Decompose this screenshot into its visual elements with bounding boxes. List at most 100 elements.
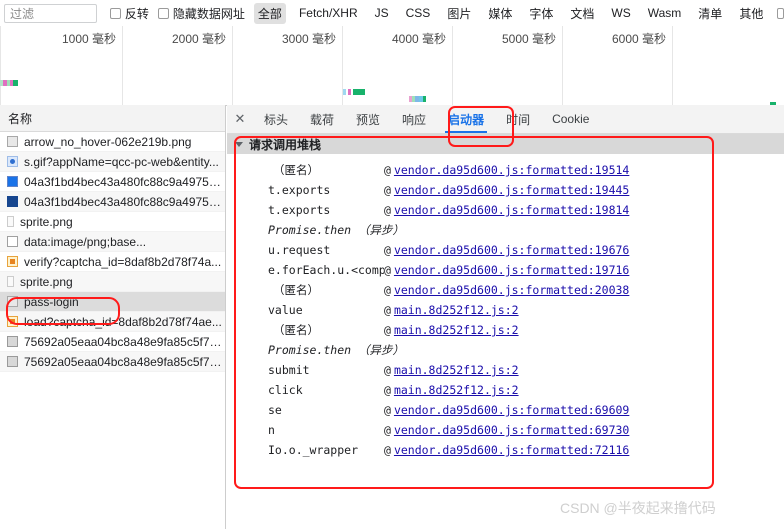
image-thumb-icon (7, 256, 18, 267)
frame-function-name: value (268, 303, 303, 317)
filter-type-ws[interactable]: WS (607, 4, 634, 22)
at-symbol: @ (384, 403, 391, 417)
filter-type-img[interactable]: 图片 (443, 3, 475, 24)
request-name: pass-login (24, 294, 79, 309)
filter-input[interactable]: 过滤 (4, 3, 97, 23)
source-link[interactable]: main.8d252f12.js:2 (394, 303, 519, 317)
filter-type-wasm[interactable]: Wasm (644, 4, 686, 22)
list-item[interactable]: arrow_no_hover-062e219b.png (0, 132, 225, 152)
source-link[interactable]: vendor.da95d600.js:formatted:72116 (394, 443, 629, 457)
checkbox-icon[interactable] (157, 7, 169, 19)
frame-source-cell: @ vendor.da95d600.js:formatted:20038 (384, 283, 629, 297)
overview-request-bar (409, 96, 426, 102)
tab-preview[interactable]: 预览 (345, 105, 391, 133)
filter-type-doc[interactable]: 文档 (566, 3, 598, 24)
source-link[interactable]: main.8d252f12.js:2 (394, 363, 519, 377)
source-link[interactable]: main.8d252f12.js:2 (394, 323, 519, 337)
network-filter-toolbar: 过滤 反转 隐藏数据网址 全部 Fetch/XHR JS CSS 图片 媒体 字… (0, 0, 784, 27)
frame-function-name: （匿名） (273, 163, 319, 177)
source-link[interactable]: vendor.da95d600.js:formatted:19716 (394, 263, 629, 277)
frame-source-cell: @ main.8d252f12.js:2 (384, 383, 519, 397)
at-symbol: @ (384, 243, 391, 257)
filter-type-js[interactable]: JS (371, 4, 393, 22)
close-icon[interactable]: ✕ (227, 105, 253, 133)
source-link[interactable]: vendor.da95d600.js:formatted:19676 (394, 243, 629, 257)
overview-request-segment (423, 96, 426, 102)
at-symbol: @ (384, 323, 391, 337)
request-name: s.gif?appName=qcc-pc-web&entity... (24, 154, 219, 169)
blocked-cookies-checkbox-icon[interactable] (777, 7, 784, 19)
source-link[interactable]: vendor.da95d600.js:formatted:19514 (394, 163, 629, 177)
call-stack-frame: Promise.then （异步） (227, 340, 784, 360)
call-stack-frame: （匿名） @ vendor.da95d600.js:formatted:20038 (227, 280, 784, 300)
gif-thumb-icon (7, 156, 18, 167)
frame-source-cell: @ vendor.da95d600.js:formatted:19814 (384, 203, 629, 217)
frame-source-cell: @ vendor.da95d600.js:formatted:69730 (384, 423, 629, 437)
list-item[interactable]: data:image/png;base... (0, 232, 225, 252)
list-item[interactable]: load?captcha_id=8daf8b2d78f74ae... (0, 312, 225, 332)
devtools-network-panel: 过滤 反转 隐藏数据网址 全部 Fetch/XHR JS CSS 图片 媒体 字… (0, 0, 784, 530)
call-stack-frame: t.exports @ vendor.da95d600.js:formatted:1… (227, 180, 784, 200)
tab-timing[interactable]: 时间 (495, 105, 541, 133)
filter-type-fetch-xhr[interactable]: Fetch/XHR (295, 4, 362, 22)
timeline-gridline (562, 26, 563, 105)
source-link[interactable]: vendor.da95d600.js:formatted:20038 (394, 283, 629, 297)
list-item[interactable]: pass-login (0, 292, 225, 312)
call-stack-section-header[interactable]: 请求调用堆栈 (227, 134, 784, 154)
request-list-pane: 名称 arrow_no_hover-062e219b.png s.gif?appN… (0, 105, 226, 529)
image-thumb-icon (7, 136, 18, 147)
tab-payload[interactable]: 载荷 (299, 105, 345, 133)
at-symbol: @ (384, 163, 391, 177)
tab-cookies[interactable]: Cookie (541, 105, 600, 133)
list-item[interactable]: verify?captcha_id=8daf8b2d78f74a... (0, 252, 225, 272)
list-item[interactable]: 04a3f1bd4bec43a480fc88c9a49752... (0, 192, 225, 212)
timeline-tick-label: 1000 毫秒 (61, 32, 116, 46)
network-overview-timeline[interactable]: 1000 毫秒 2000 毫秒 3000 毫秒 4000 毫秒 5000 毫秒 6000 … (0, 26, 784, 106)
image-thumb-icon (7, 356, 18, 367)
list-item[interactable]: sprite.png (0, 212, 225, 232)
timeline-tick-label: 2000 毫秒 (171, 32, 226, 46)
tab-initiator[interactable]: 启动器 (437, 105, 495, 133)
frame-function-name: （匿名） (273, 283, 319, 297)
overview-request-bar (343, 89, 365, 95)
column-header-name[interactable]: 名称 (0, 105, 225, 132)
image-thumb-icon (7, 176, 18, 187)
call-stack-frame: submit @ main.8d252f12.js:2 (227, 360, 784, 380)
list-item[interactable]: 75692a05eaa04bc8a48e9fa85c5f73... (0, 332, 225, 352)
filter-type-all[interactable]: 全部 (253, 2, 286, 24)
frame-source-cell: @ main.8d252f12.js:2 (384, 363, 519, 377)
source-link[interactable]: vendor.da95d600.js:formatted:19814 (394, 203, 629, 217)
image-thumb-icon (7, 276, 14, 287)
filter-type-manifest[interactable]: 清单 (694, 3, 726, 24)
filter-type-css[interactable]: CSS (402, 4, 435, 22)
at-symbol: @ (384, 303, 391, 317)
tab-headers[interactable]: 标头 (253, 105, 299, 133)
source-link[interactable]: main.8d252f12.js:2 (394, 383, 519, 397)
frame-function-name: Promise.then （异步） (268, 343, 405, 357)
list-item[interactable]: s.gif?appName=qcc-pc-web&entity... (0, 152, 225, 172)
source-link[interactable]: vendor.da95d600.js:formatted:19445 (394, 183, 629, 197)
tab-response[interactable]: 响应 (391, 105, 437, 133)
frame-source-cell: @ vendor.da95d600.js:formatted:19716 (384, 263, 629, 277)
invert-checkbox-item[interactable]: 反转 (109, 5, 149, 22)
request-name: sprite.png (20, 214, 73, 229)
invert-label: 反转 (124, 6, 149, 21)
filter-type-font[interactable]: 字体 (525, 3, 557, 24)
filter-type-other[interactable]: 其他 (735, 3, 767, 24)
list-item[interactable]: sprite.png (0, 272, 225, 292)
frame-function-name: submit (268, 363, 310, 377)
frame-source-cell: @ main.8d252f12.js:2 (384, 303, 519, 317)
checkbox-icon[interactable] (109, 7, 121, 19)
list-item[interactable]: 75692a05eaa04bc8a48e9fa85c5f73... (0, 352, 225, 372)
source-link[interactable]: vendor.da95d600.js:formatted:69609 (394, 403, 629, 417)
chevron-down-icon[interactable] (235, 141, 243, 147)
source-link[interactable]: vendor.da95d600.js:formatted:69730 (394, 423, 629, 437)
filter-placeholder: 过滤 (10, 6, 35, 21)
hide-data-urls-checkbox-item[interactable]: 隐藏数据网址 (157, 5, 245, 22)
call-stack-title: 请求调用堆栈 (249, 137, 322, 152)
call-stack-frame: （匿名） @ main.8d252f12.js:2 (227, 320, 784, 340)
list-item[interactable]: 04a3f1bd4bec43a480fc88c9a49752... (0, 172, 225, 192)
frame-function-name: u.request (268, 243, 331, 257)
filter-type-media[interactable]: 媒体 (484, 3, 516, 24)
call-stack-frame: （匿名） @ vendor.da95d600.js:formatted:19514 (227, 160, 784, 180)
